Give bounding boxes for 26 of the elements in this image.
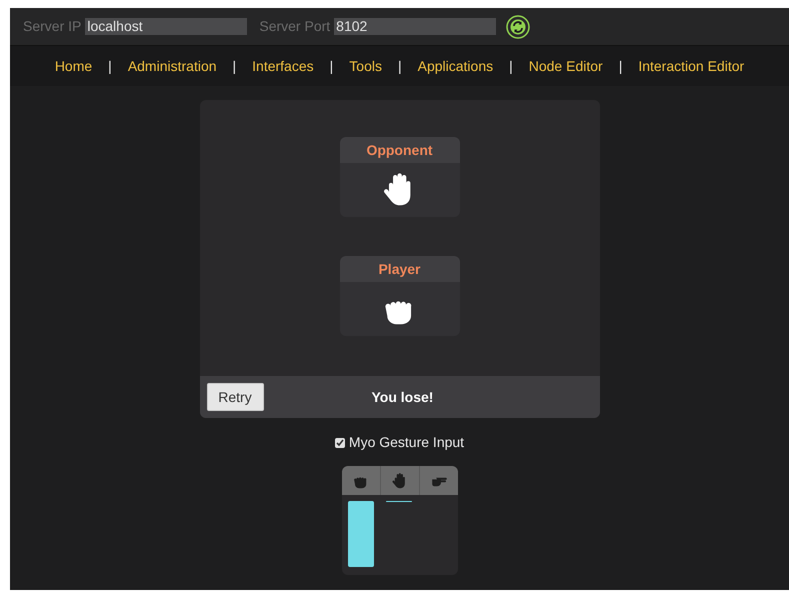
retry-button[interactable]: Retry (206, 383, 264, 411)
nav-link[interactable]: Administration (128, 56, 217, 76)
nav-link[interactable]: Interfaces (252, 56, 314, 76)
checkbox-label: Myo Gesture Input (348, 433, 464, 452)
server-ip-label: Server IP (23, 17, 82, 36)
nav-link[interactable]: Interaction Editor (638, 56, 744, 76)
nav-link[interactable]: Tools (349, 56, 382, 76)
nav-link[interactable]: Node Editor (528, 56, 603, 76)
card-title: Player (340, 256, 460, 282)
nav-separator: | (330, 56, 334, 76)
nav-separator: | (232, 56, 236, 76)
open-hand-icon (392, 472, 408, 488)
nav-separator: | (108, 56, 112, 76)
server-port-label: Server Port (259, 17, 330, 36)
checkbox[interactable] (334, 438, 345, 448)
result-text: You lose! (372, 388, 434, 406)
refresh-icon[interactable] (506, 14, 530, 38)
nav-separator: | (509, 56, 513, 76)
server-ip-field[interactable]: localhost (85, 18, 248, 35)
nav-link[interactable]: Home (54, 56, 92, 76)
nav-separator: | (398, 56, 402, 76)
nav-separator: | (618, 56, 622, 76)
server-port-field[interactable]: 8102 (334, 18, 496, 35)
level-bar (348, 501, 374, 567)
card-title: Opponent (340, 137, 460, 163)
nav-link[interactable]: Applications (418, 56, 494, 76)
